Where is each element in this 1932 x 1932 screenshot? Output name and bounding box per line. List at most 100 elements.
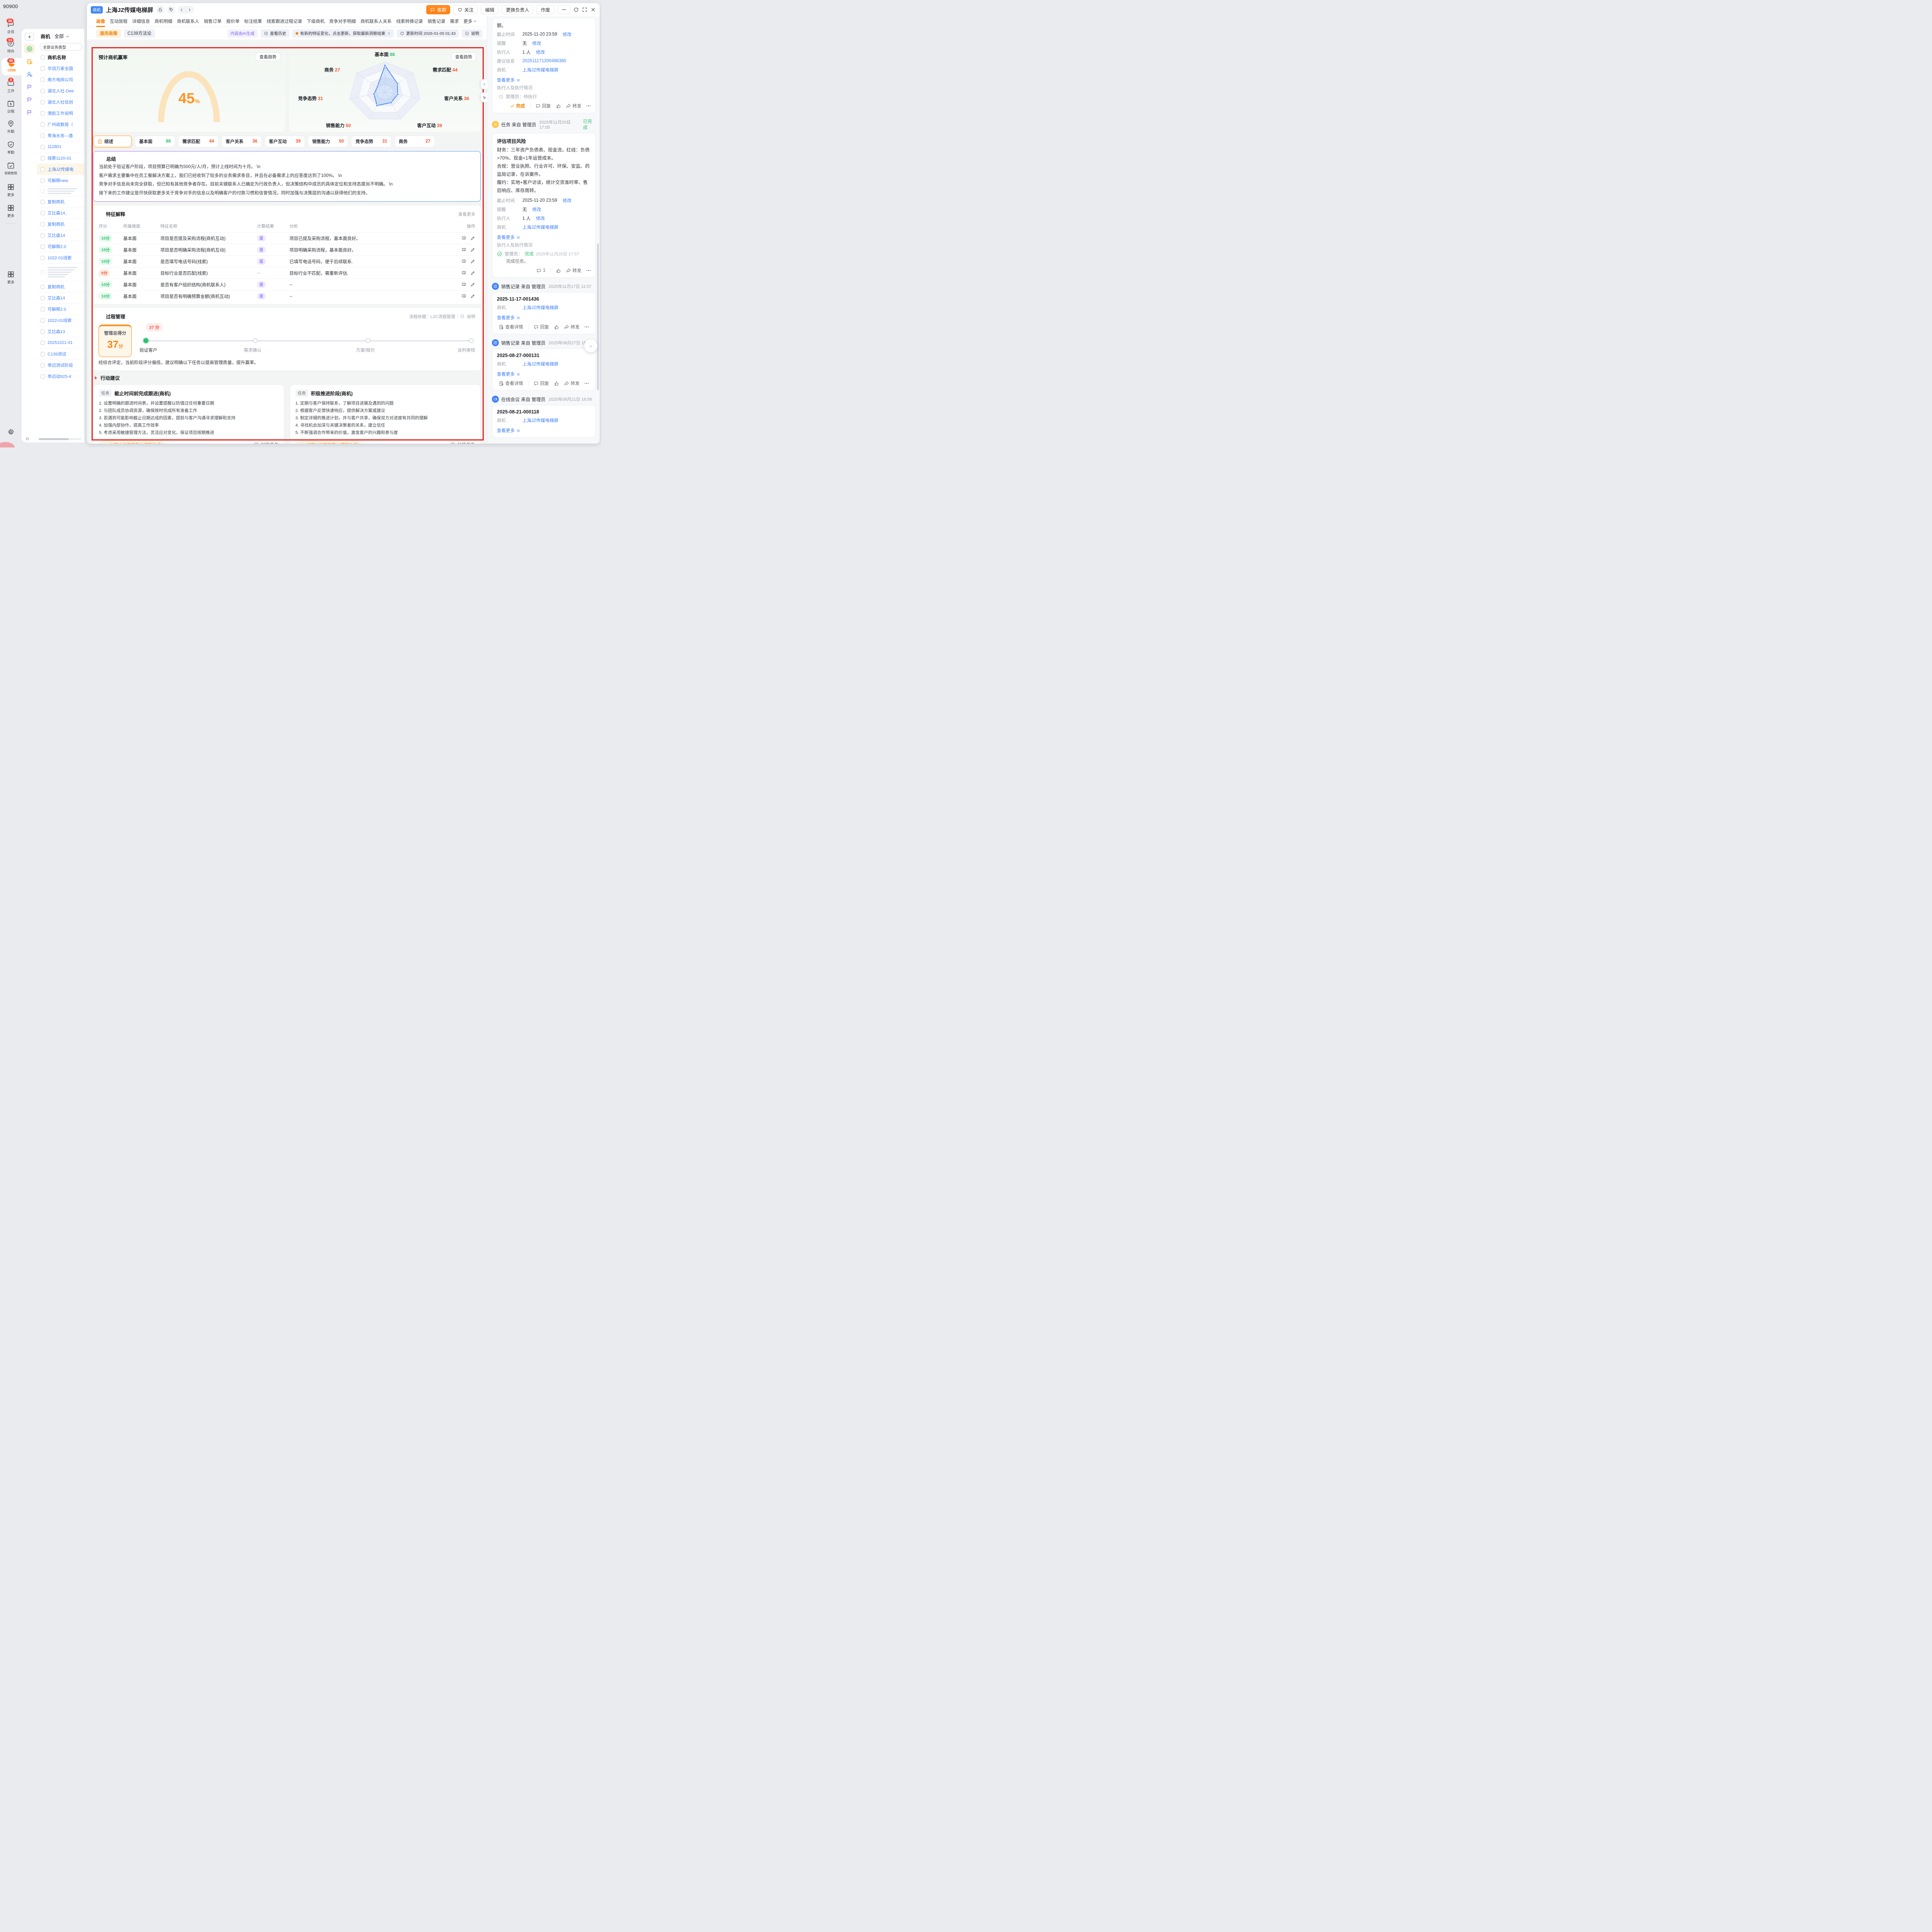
opportunity-name-link[interactable]: 112801 (48, 145, 61, 149)
sidebar-item-attendance[interactable]: 考勤 (0, 141, 22, 155)
row-checkbox[interactable] (41, 211, 45, 215)
features-view-more[interactable]: 查看更多 (458, 211, 475, 217)
opportunity-name-link[interactable]: 广州政数局（ (48, 121, 73, 128)
tab-2[interactable]: 详细信息 (132, 16, 150, 27)
row-checkbox[interactable] (41, 200, 45, 204)
tab-15[interactable]: 更多 (464, 16, 477, 27)
row-checkbox[interactable] (41, 89, 45, 93)
opportunity-name-link[interactable]: 南方电网公司 (48, 77, 73, 83)
like-button[interactable] (556, 268, 561, 273)
more-actions-button[interactable] (558, 5, 571, 14)
sidebar-item-more-2[interactable]: 更多 (0, 204, 22, 218)
list-item[interactable]: 20251021-01 (37, 337, 84, 348)
list-item[interactable]: 南方电网公司 (37, 74, 84, 85)
tab-8[interactable]: 线索跟进过程记录 (267, 16, 302, 27)
row-checkbox[interactable] (41, 179, 45, 183)
opportunity-name-link[interactable]: C139测试 (48, 351, 66, 357)
view-report-icon[interactable] (461, 236, 466, 241)
rail-record-icon[interactable] (24, 44, 35, 53)
tab-4[interactable]: 商机联系人 (177, 16, 199, 27)
opportunity-name-link[interactable]: 可解释2.0 (48, 306, 66, 312)
row-checkbox[interactable] (41, 341, 45, 345)
opportunity-name-link[interactable]: 上海JZ传媒电 (48, 166, 73, 172)
row-checkbox[interactable] (41, 233, 45, 238)
edit-icon[interactable] (470, 247, 475, 252)
tab-3[interactable]: 商机明细 (155, 16, 172, 27)
view-more-link[interactable]: 查看更多 (497, 77, 591, 83)
view-history-button[interactable]: 查看历史 (261, 29, 289, 37)
tab-c139[interactable]: C139方法论 (124, 29, 155, 37)
view-report-icon[interactable] (461, 270, 466, 276)
tab-13[interactable]: 销售记录 (428, 16, 446, 27)
list-item[interactable]: 艾比森14 (37, 292, 84, 303)
opportunity-name-link[interactable]: 华润万家全国 (48, 65, 73, 71)
forward-button[interactable]: 转发 (566, 267, 582, 274)
edit-button[interactable]: 编辑 (481, 5, 498, 14)
more-button[interactable] (587, 105, 591, 107)
sidebar-item-leave[interactable]: 假期管理 (0, 162, 22, 176)
row-checkbox[interactable] (41, 363, 45, 367)
rail-flag-icon-1[interactable] (24, 82, 35, 92)
opportunity-link[interactable]: 上海JZ传媒电梯屏 (522, 224, 558, 230)
tab-general-profile[interactable]: 通用画像 (96, 29, 121, 37)
stage-node-current[interactable] (143, 338, 148, 343)
prev-record-button[interactable] (178, 6, 186, 14)
opportunity-name-link[interactable]: 复制商机 (48, 284, 65, 290)
next-record-button[interactable] (186, 6, 194, 14)
list-item[interactable]: 港航工作说明 (37, 107, 84, 119)
opportunity-name-link[interactable]: 20251021-01 (48, 340, 73, 345)
reply-button[interactable]: 1 (536, 268, 545, 273)
row-checkbox[interactable] (41, 66, 45, 71)
like-button[interactable] (554, 381, 559, 386)
rail-flag-icon-3[interactable] (24, 108, 35, 117)
rail-flag-icon-2[interactable] (24, 95, 35, 104)
void-button[interactable]: 作废 (536, 5, 554, 14)
reply-button[interactable]: 回复 (534, 324, 549, 330)
reply-button[interactable]: 回复 (536, 103, 551, 109)
panel-scrollbar[interactable] (597, 243, 599, 390)
select-all-checkbox[interactable] (41, 55, 45, 60)
edit-icon[interactable] (470, 236, 475, 241)
feature-change-notice[interactable]: 有新的特征变化，点击更新，获取最新洞察结果 (293, 29, 394, 37)
tag-icon[interactable] (167, 6, 175, 14)
modify-link[interactable]: 修改 (536, 215, 545, 221)
score-pill-5[interactable]: 竞争态势31 (351, 136, 391, 147)
list-item[interactable]: 艾比森13 (37, 326, 84, 337)
modify-link[interactable]: 修改 (563, 31, 571, 37)
tab-14[interactable]: 需求 (450, 16, 459, 27)
modify-link[interactable]: 修改 (536, 49, 545, 55)
score-pill-2[interactable]: 客户关系36 (221, 136, 262, 147)
sidebar-item-more-1[interactable]: 更多 (0, 183, 22, 197)
list-item[interactable]: 1022-01线索 (37, 252, 84, 263)
change-owner-button[interactable]: 更换负责人 (502, 5, 533, 14)
list-item[interactable]: 复制商机 (37, 196, 84, 207)
expand-icon[interactable] (582, 7, 587, 12)
opportunity-name-link[interactable]: 可解释2.0 (48, 243, 66, 250)
customer-group-button[interactable]: 客群 (426, 5, 450, 14)
opportunity-name-link[interactable]: 艾比森14 (48, 295, 65, 301)
help-button[interactable]: 说明 (462, 29, 482, 37)
row-checkbox[interactable] (41, 352, 45, 356)
tab-12[interactable]: 线索转换记录 (396, 16, 423, 27)
sidebar-item-todo[interactable]: 14 待办 (0, 39, 22, 54)
view-more-link[interactable]: 查看更多 (497, 315, 591, 321)
opportunity-name-link[interactable]: 帝迈动925-4 (48, 373, 71, 379)
row-checkbox[interactable] (41, 245, 45, 249)
opportunity-name-link[interactable]: 线索1120-01 (48, 155, 71, 161)
row-checkbox[interactable] (41, 296, 45, 300)
sidebar-item-qixin[interactable]: 36 企信 (0, 20, 22, 34)
list-item[interactable]: 可解释2.0 (37, 241, 84, 252)
tab-5[interactable]: 销售订单 (204, 16, 222, 27)
pointer-tool-button[interactable] (481, 92, 487, 102)
opportunity-name-link[interactable]: 帝迈测试阶段 (48, 362, 73, 368)
like-button[interactable] (556, 104, 561, 109)
list-item[interactable]: 广州政数局（ (37, 119, 84, 130)
list-horizontal-scrollbar[interactable] (39, 438, 81, 440)
row-checkbox[interactable] (41, 318, 45, 323)
view-report-icon[interactable] (461, 282, 466, 287)
forward-button[interactable]: 转发 (564, 380, 580, 386)
opportunity-name-link[interactable]: 复制商机 (48, 221, 65, 227)
list-item[interactable]: 上海JZ传媒电 (37, 163, 84, 175)
list-item[interactable]: 帝迈动925-4 (37, 371, 84, 382)
row-checkbox[interactable] (41, 256, 45, 260)
